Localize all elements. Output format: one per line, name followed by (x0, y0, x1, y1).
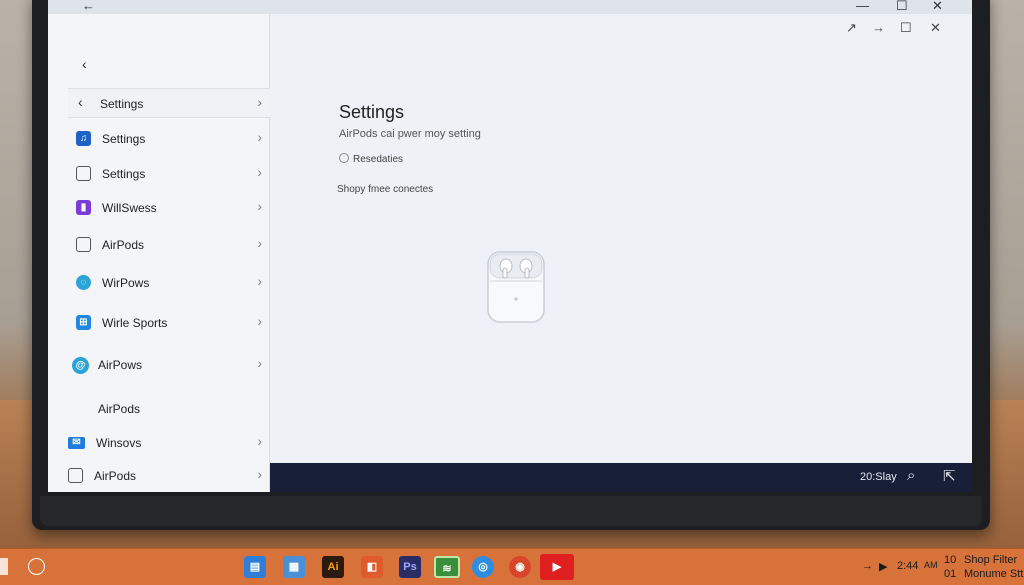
folder-icon (76, 166, 91, 181)
tray-arrow-icon[interactable]: → (862, 560, 873, 572)
strip-time: 20:Slay (860, 471, 897, 483)
resedaties-link[interactable]: Resedaties (339, 153, 403, 165)
grid-icon (68, 468, 83, 483)
sidebar-item-label: WirPows (102, 276, 150, 290)
sidebar-item-label: AirPods (98, 402, 141, 416)
close-icon[interactable]: ✕ (930, 20, 941, 36)
sidebar-item-settings-2[interactable]: Settings › (64, 157, 270, 191)
chevron-right-icon: › (257, 273, 262, 289)
search-icon[interactable]: ⌕ (907, 467, 915, 484)
youtube-icon[interactable]: ▶ (540, 554, 574, 580)
sidebar-item-label: AirPods (102, 238, 145, 252)
minimize-button[interactable]: — (856, 0, 869, 13)
close-button[interactable]: ✕ (932, 0, 943, 14)
mail-icon: ✉ (68, 437, 85, 449)
sidebar-item-airpods[interactable]: AirPods › (64, 228, 270, 262)
page-subtitle: AirPods cai pwer moy setting (339, 128, 481, 140)
back-arrow-icon[interactable]: ← (82, 0, 95, 13)
sidebar-item-label: WillSwess (102, 201, 157, 215)
illustrator-icon[interactable]: Ai (322, 556, 344, 578)
tray-line1-text: Shop Filter (964, 554, 1018, 566)
share-icon[interactable]: ⇱ (943, 467, 956, 485)
tray-clock[interactable]: 2:44 (897, 560, 918, 572)
chevron-right-icon: › (257, 198, 262, 214)
monitor-icon (76, 237, 91, 252)
sidebar-item-wirle-sports[interactable]: ⊞ Wirle Sports › (64, 306, 270, 340)
sidebar-item-label: AirPods (94, 469, 137, 483)
chrome-icon[interactable]: ◉ (509, 556, 531, 578)
sidebar-item-label: AirPows (98, 358, 143, 372)
sidebar-item-label: Winsovs (96, 436, 142, 450)
photos-icon[interactable]: ▦ (283, 556, 305, 578)
maximize-button[interactable]: ☐ (896, 0, 908, 14)
sidebar-item-winsovs[interactable]: ✉ Winsovs › (64, 426, 270, 460)
tray-am: AM (924, 560, 938, 570)
edge-icon[interactable] (0, 558, 8, 575)
file-explorer-icon[interactable]: ▤ (244, 556, 266, 578)
airpods-case-icon (487, 251, 545, 323)
media-icon: ▮ (76, 200, 91, 215)
globe-icon: ◌ (76, 275, 91, 290)
sidebar-item-wirpows[interactable]: ◌ WirPows › (64, 266, 270, 300)
sidebar-item-willswess[interactable]: ▮ WillSwess › (64, 191, 270, 225)
status-note: Shopy fmee conectes (337, 184, 434, 195)
chevron-left-icon: ‹ (78, 94, 83, 110)
chevron-right-icon: › (257, 94, 262, 110)
window-top-bar: ← — ☐ ✕ (48, 0, 972, 14)
at-icon: @ (72, 357, 89, 374)
sidebar-item-airpods-2[interactable]: AirPods (64, 392, 270, 426)
sidebar-back-icon[interactable]: ‹ (82, 56, 87, 72)
safari-icon[interactable]: ◎ (472, 556, 494, 578)
monitor-screen: ← — ☐ ✕ ‹ ‹ Settings › ♫ Settings › Sett… (48, 0, 972, 492)
pen-icon[interactable]: ↗ (846, 20, 857, 36)
play-icon[interactable]: ▶ (879, 560, 887, 573)
restore-button[interactable]: ☐ (900, 20, 912, 36)
music-icon: ♫ (76, 131, 91, 146)
sidebar-item-label: Settings (102, 132, 146, 146)
tray-line2-text: Monume Stt (964, 568, 1024, 580)
sidebar-item-airpows[interactable]: @ AirPows › (64, 348, 270, 382)
chevron-right-icon: › (257, 433, 262, 449)
photoshop-icon[interactable]: Ps (399, 556, 421, 578)
forward-arrow-icon[interactable]: → (872, 20, 885, 35)
chevron-right-icon: › (257, 313, 262, 329)
sidebar-item-airpods-3[interactable]: AirPods › (64, 459, 270, 492)
office-icon[interactable]: ◧ (361, 556, 383, 578)
link-icon (339, 153, 349, 163)
sidebar-header-label: Settings (100, 97, 144, 111)
sidebar-item-label: Settings (102, 167, 146, 181)
settings-sidebar: ‹ ‹ Settings › ♫ Settings › Settings › ▮… (48, 14, 270, 492)
chevron-right-icon: › (257, 129, 262, 145)
taskbar: ▤ ▦ Ai ◧ Ps ≋ ◎ ◉ ▶ → ▶ 2:44 AM 10 Shop … (0, 548, 1024, 585)
windows-icon: ⊞ (76, 315, 91, 330)
link-label: Resedaties (353, 154, 404, 165)
chevron-right-icon: › (257, 235, 262, 251)
page-title: Settings (339, 102, 405, 122)
sidebar-item-label: Wirle Sports (102, 316, 168, 330)
sidebar-header[interactable]: ‹ Settings › (68, 88, 270, 118)
chevron-right-icon: › (257, 164, 262, 180)
monitor-chin (40, 496, 982, 526)
start-button[interactable] (28, 558, 45, 575)
tray-line1-num: 10 (944, 554, 957, 566)
app-status-strip: 20:Slay ⌕ ⇱ (270, 463, 972, 492)
sidebar-item-settings[interactable]: ♫ Settings › (64, 122, 270, 156)
tray-line2-num: 01 (944, 568, 957, 580)
chevron-right-icon: › (257, 355, 262, 371)
chevron-right-icon: › (257, 466, 262, 482)
spotify-icon[interactable]: ≋ (434, 556, 460, 578)
